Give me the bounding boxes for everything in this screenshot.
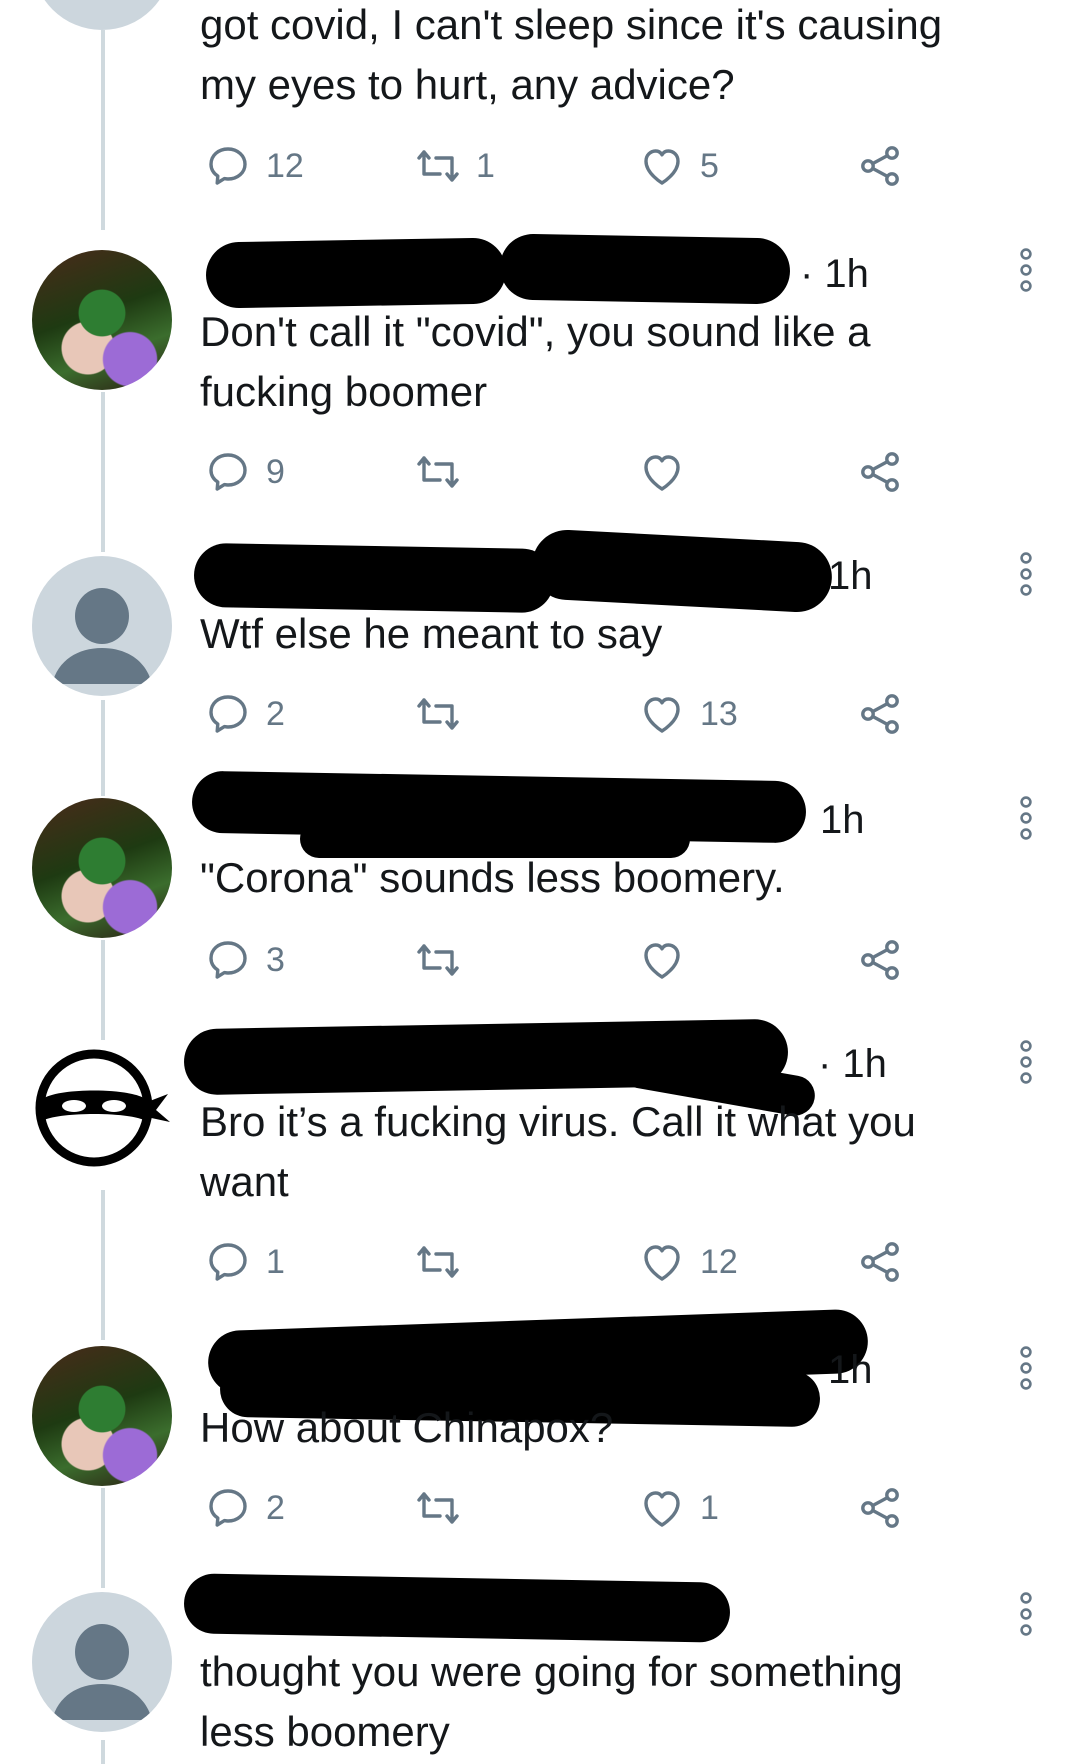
tweet-text: got covid, I can't sleep since it's caus… bbox=[200, 1, 943, 108]
thread-line bbox=[101, 1740, 105, 1764]
like-count: 13 bbox=[700, 694, 738, 733]
tweet-time: 1h bbox=[828, 554, 873, 598]
retweet-icon bbox=[417, 456, 459, 488]
redacted-username bbox=[193, 542, 555, 614]
reply-icon bbox=[209, 147, 247, 185]
retweet-count: 1 bbox=[476, 146, 495, 185]
reply-count: 9 bbox=[266, 452, 285, 491]
thread-line bbox=[101, 1190, 105, 1340]
tweet-time: 1h bbox=[820, 798, 865, 842]
more-options-icon[interactable] bbox=[1016, 1040, 1036, 1084]
share-button[interactable] bbox=[856, 142, 904, 190]
avatar[interactable] bbox=[32, 1346, 172, 1486]
heart-icon bbox=[644, 1491, 680, 1527]
reply-icon bbox=[209, 453, 247, 491]
tweet-text: Don't call it "covid", you sound like a … bbox=[200, 308, 871, 415]
reply-button[interactable]: 9 bbox=[204, 448, 285, 496]
reply-button[interactable]: 1 bbox=[204, 1238, 285, 1286]
default-avatar-icon bbox=[52, 588, 152, 684]
reply-button[interactable]: 2 bbox=[204, 690, 285, 738]
more-options-icon[interactable] bbox=[1016, 248, 1036, 292]
tweet-text: Wtf else he meant to say bbox=[200, 610, 663, 657]
like-count: 5 bbox=[700, 146, 719, 185]
retweet-icon bbox=[417, 150, 459, 182]
avatar[interactable] bbox=[32, 250, 172, 390]
share-button[interactable] bbox=[856, 1484, 904, 1532]
retweet-button[interactable] bbox=[414, 1238, 476, 1286]
avatar[interactable] bbox=[32, 1592, 172, 1732]
more-options-icon[interactable] bbox=[1016, 552, 1036, 596]
heart-icon bbox=[644, 455, 680, 491]
retweet-icon bbox=[417, 698, 459, 730]
like-button[interactable] bbox=[638, 936, 700, 984]
reply-icon bbox=[209, 1243, 247, 1281]
share-icon bbox=[861, 1242, 899, 1282]
reply-count: 1 bbox=[266, 1242, 285, 1281]
share-button[interactable] bbox=[856, 1238, 904, 1286]
tweet-time: 1h bbox=[828, 1348, 873, 1392]
like-count: 12 bbox=[700, 1242, 738, 1281]
retweet-button[interactable] bbox=[414, 1484, 476, 1532]
redacted-username bbox=[499, 233, 791, 305]
heart-icon bbox=[644, 149, 680, 185]
reply-button[interactable]: 12 bbox=[204, 142, 304, 190]
reply-count: 2 bbox=[266, 694, 285, 733]
like-count: 1 bbox=[700, 1488, 719, 1527]
share-icon bbox=[861, 694, 899, 734]
thread-line bbox=[101, 940, 105, 1040]
heart-icon bbox=[644, 943, 680, 979]
retweet-button[interactable] bbox=[414, 690, 476, 738]
avatar[interactable] bbox=[32, 798, 172, 938]
tweet-time: · 1h bbox=[800, 252, 869, 296]
retweet-icon bbox=[417, 944, 459, 976]
tweet-time: · 1h bbox=[818, 1042, 887, 1086]
reply-icon bbox=[209, 941, 247, 979]
share-icon bbox=[861, 940, 899, 980]
reply-icon bbox=[209, 1489, 247, 1527]
like-button[interactable] bbox=[638, 448, 700, 496]
tweet-text: "Corona" sounds less boomery. bbox=[200, 854, 785, 901]
heart-icon bbox=[644, 697, 680, 733]
reply-button[interactable]: 3 bbox=[204, 936, 285, 984]
redacted-username bbox=[205, 237, 507, 309]
share-button[interactable] bbox=[856, 936, 904, 984]
thread-line bbox=[101, 1488, 105, 1588]
thread-line bbox=[101, 392, 105, 552]
more-options-icon[interactable] bbox=[1016, 1346, 1036, 1390]
tweet-text: Bro it’s a fucking virus. Call it what y… bbox=[200, 1098, 916, 1205]
retweet-button[interactable]: 1 bbox=[414, 142, 495, 190]
share-icon bbox=[861, 1488, 899, 1528]
avatar[interactable] bbox=[32, 556, 172, 696]
retweet-icon bbox=[417, 1246, 459, 1278]
ninja-mask-icon bbox=[35, 1049, 170, 1167]
reply-button[interactable]: 2 bbox=[204, 1484, 285, 1532]
more-options-icon[interactable] bbox=[1016, 796, 1036, 840]
avatar[interactable] bbox=[32, 1040, 172, 1180]
share-button[interactable] bbox=[856, 448, 904, 496]
retweet-button[interactable] bbox=[414, 448, 476, 496]
reply-count: 2 bbox=[266, 1488, 285, 1527]
heart-icon bbox=[644, 1245, 680, 1281]
tweet-text: thought you were going for something les… bbox=[200, 1648, 903, 1755]
thread-line bbox=[101, 30, 105, 230]
tweet-text: How about Chinapox? bbox=[200, 1404, 614, 1451]
more-options-icon[interactable] bbox=[1016, 1592, 1036, 1636]
reply-count: 12 bbox=[266, 146, 304, 185]
retweet-icon bbox=[417, 1492, 459, 1524]
redacted-username bbox=[530, 528, 834, 614]
share-icon bbox=[861, 452, 899, 492]
like-button[interactable]: 13 bbox=[638, 690, 738, 738]
like-button[interactable]: 12 bbox=[638, 1238, 738, 1286]
default-avatar-icon bbox=[52, 1624, 152, 1720]
thread-line bbox=[101, 700, 105, 796]
share-icon bbox=[861, 146, 899, 186]
reply-icon bbox=[209, 695, 247, 733]
like-button[interactable]: 1 bbox=[638, 1484, 719, 1532]
like-button[interactable]: 5 bbox=[638, 142, 719, 190]
reply-count: 3 bbox=[266, 940, 285, 979]
share-button[interactable] bbox=[856, 690, 904, 738]
retweet-button[interactable] bbox=[414, 936, 476, 984]
redacted-username bbox=[183, 1573, 731, 1643]
avatar[interactable] bbox=[32, 0, 172, 30]
